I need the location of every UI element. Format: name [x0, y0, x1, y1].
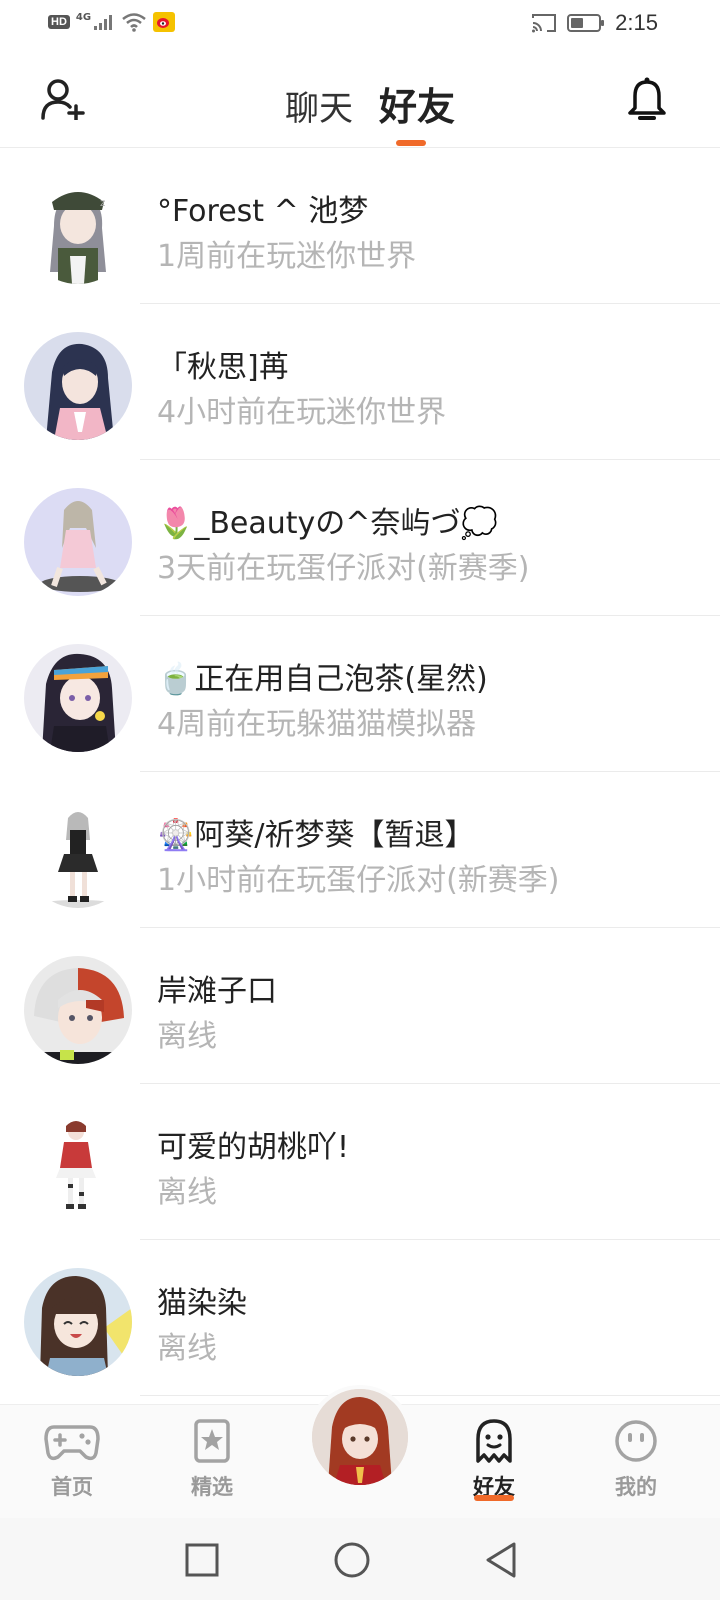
friend-row[interactable]: 🌷_Beautyの^奈屿づ💭 3天前在玩蛋仔派对(新赛季): [0, 460, 720, 616]
status-bar-right: 2:15: [531, 10, 658, 36]
avatar[interactable]: [24, 488, 132, 596]
recent-apps-icon[interactable]: [182, 1540, 222, 1580]
tab-friends[interactable]: 好友: [379, 76, 455, 131]
star-bookmark-icon: [194, 1419, 230, 1463]
friend-status: 离线: [157, 1175, 217, 1210]
hd-badge: HD: [48, 15, 70, 29]
status-bar-left: HD 4G: [48, 11, 176, 32]
nav-item-featured[interactable]: 精选: [162, 1419, 262, 1501]
svg-text:z: z: [100, 198, 105, 209]
friend-row[interactable]: 岸滩子口 离线: [0, 928, 720, 1084]
tab-chat[interactable]: 聊天: [285, 81, 353, 130]
avatar[interactable]: [24, 800, 132, 908]
friend-list: z °Forest ^ 池梦 1周前在玩迷你世界 「秋思]苒 4小时前在玩迷你世…: [0, 148, 720, 1396]
nav-item-me[interactable]: 我的: [586, 1419, 686, 1501]
weibo-icon: [153, 12, 176, 32]
smiley-icon: [615, 1420, 657, 1462]
home-icon[interactable]: [332, 1540, 372, 1580]
friend-status: 4小时前在玩迷你世界: [157, 395, 447, 430]
nav-label: 首页: [51, 1475, 93, 1499]
center-avatar[interactable]: [312, 1389, 408, 1485]
friend-name: 🎡阿葵/祈梦葵【暂退】: [157, 818, 475, 853]
friend-name: 🍵正在用自己泡茶(星然): [157, 662, 488, 697]
status-bar: HD 4G 2:15: [0, 0, 720, 50]
friend-status: 1小时前在玩蛋仔派对(新赛季): [157, 863, 560, 898]
back-icon[interactable]: [482, 1540, 522, 1580]
friend-name: 岸滩子口: [157, 974, 277, 1009]
cast-icon: [532, 14, 557, 33]
friend-row[interactable]: 🎡阿葵/祈梦葵【暂退】 1小时前在玩蛋仔派对(新赛季): [0, 772, 720, 928]
friend-row[interactable]: z °Forest ^ 池梦 1周前在玩迷你世界: [0, 148, 720, 304]
system-nav-bar: [0, 1518, 720, 1600]
nav-item-friends[interactable]: 好友: [444, 1419, 544, 1501]
avatar[interactable]: [24, 332, 132, 440]
avatar[interactable]: z: [24, 176, 132, 284]
active-nav-underline: [474, 1495, 514, 1501]
friend-status: 离线: [157, 1019, 217, 1054]
status-time: 2:15: [615, 10, 658, 35]
friend-status: 离线: [157, 1331, 217, 1366]
signal-icon: [94, 15, 113, 30]
header-tabs: 聊天 好友: [0, 76, 720, 131]
friend-status: 4周前在玩躲猫猫模拟器: [157, 707, 477, 742]
friend-row[interactable]: 「秋思]苒 4小时前在玩迷你世界: [0, 304, 720, 460]
network-type: 4G: [75, 11, 92, 23]
friend-name: 可爱的胡桃吖!: [157, 1130, 350, 1165]
friend-row[interactable]: 猫染染 离线: [0, 1240, 720, 1396]
friend-name: °Forest ^ 池梦: [157, 194, 369, 229]
top-header: 聊天 好友: [0, 50, 720, 148]
battery-icon: [567, 14, 605, 32]
friend-status: 3天前在玩蛋仔派对(新赛季): [157, 551, 530, 586]
nav-label: 我的: [615, 1475, 657, 1499]
friend-name: 🌷_Beautyの^奈屿づ💭: [157, 506, 498, 541]
friend-row[interactable]: 可爱的胡桃吖! 离线: [0, 1084, 720, 1240]
ghost-icon: [476, 1419, 512, 1463]
friend-row[interactable]: 🍵正在用自己泡茶(星然) 4周前在玩躲猫猫模拟器: [0, 616, 720, 772]
avatar[interactable]: [24, 1268, 132, 1376]
gamepad-icon: [44, 1425, 100, 1461]
wifi-icon: [122, 13, 146, 32]
nav-item-home[interactable]: 首页: [22, 1419, 122, 1501]
avatar[interactable]: [24, 956, 132, 1064]
avatar[interactable]: [24, 1112, 132, 1220]
avatar[interactable]: [24, 644, 132, 752]
friend-name: 「秋思]苒: [157, 350, 289, 385]
bell-icon[interactable]: [626, 76, 668, 122]
nav-label: 精选: [191, 1475, 233, 1499]
friend-name: 猫染染: [157, 1286, 247, 1321]
bottom-nav: 首页 精选 好友 我的: [0, 1385, 720, 1518]
active-tab-indicator: [396, 140, 426, 146]
friend-status: 1周前在玩迷你世界: [157, 239, 417, 274]
